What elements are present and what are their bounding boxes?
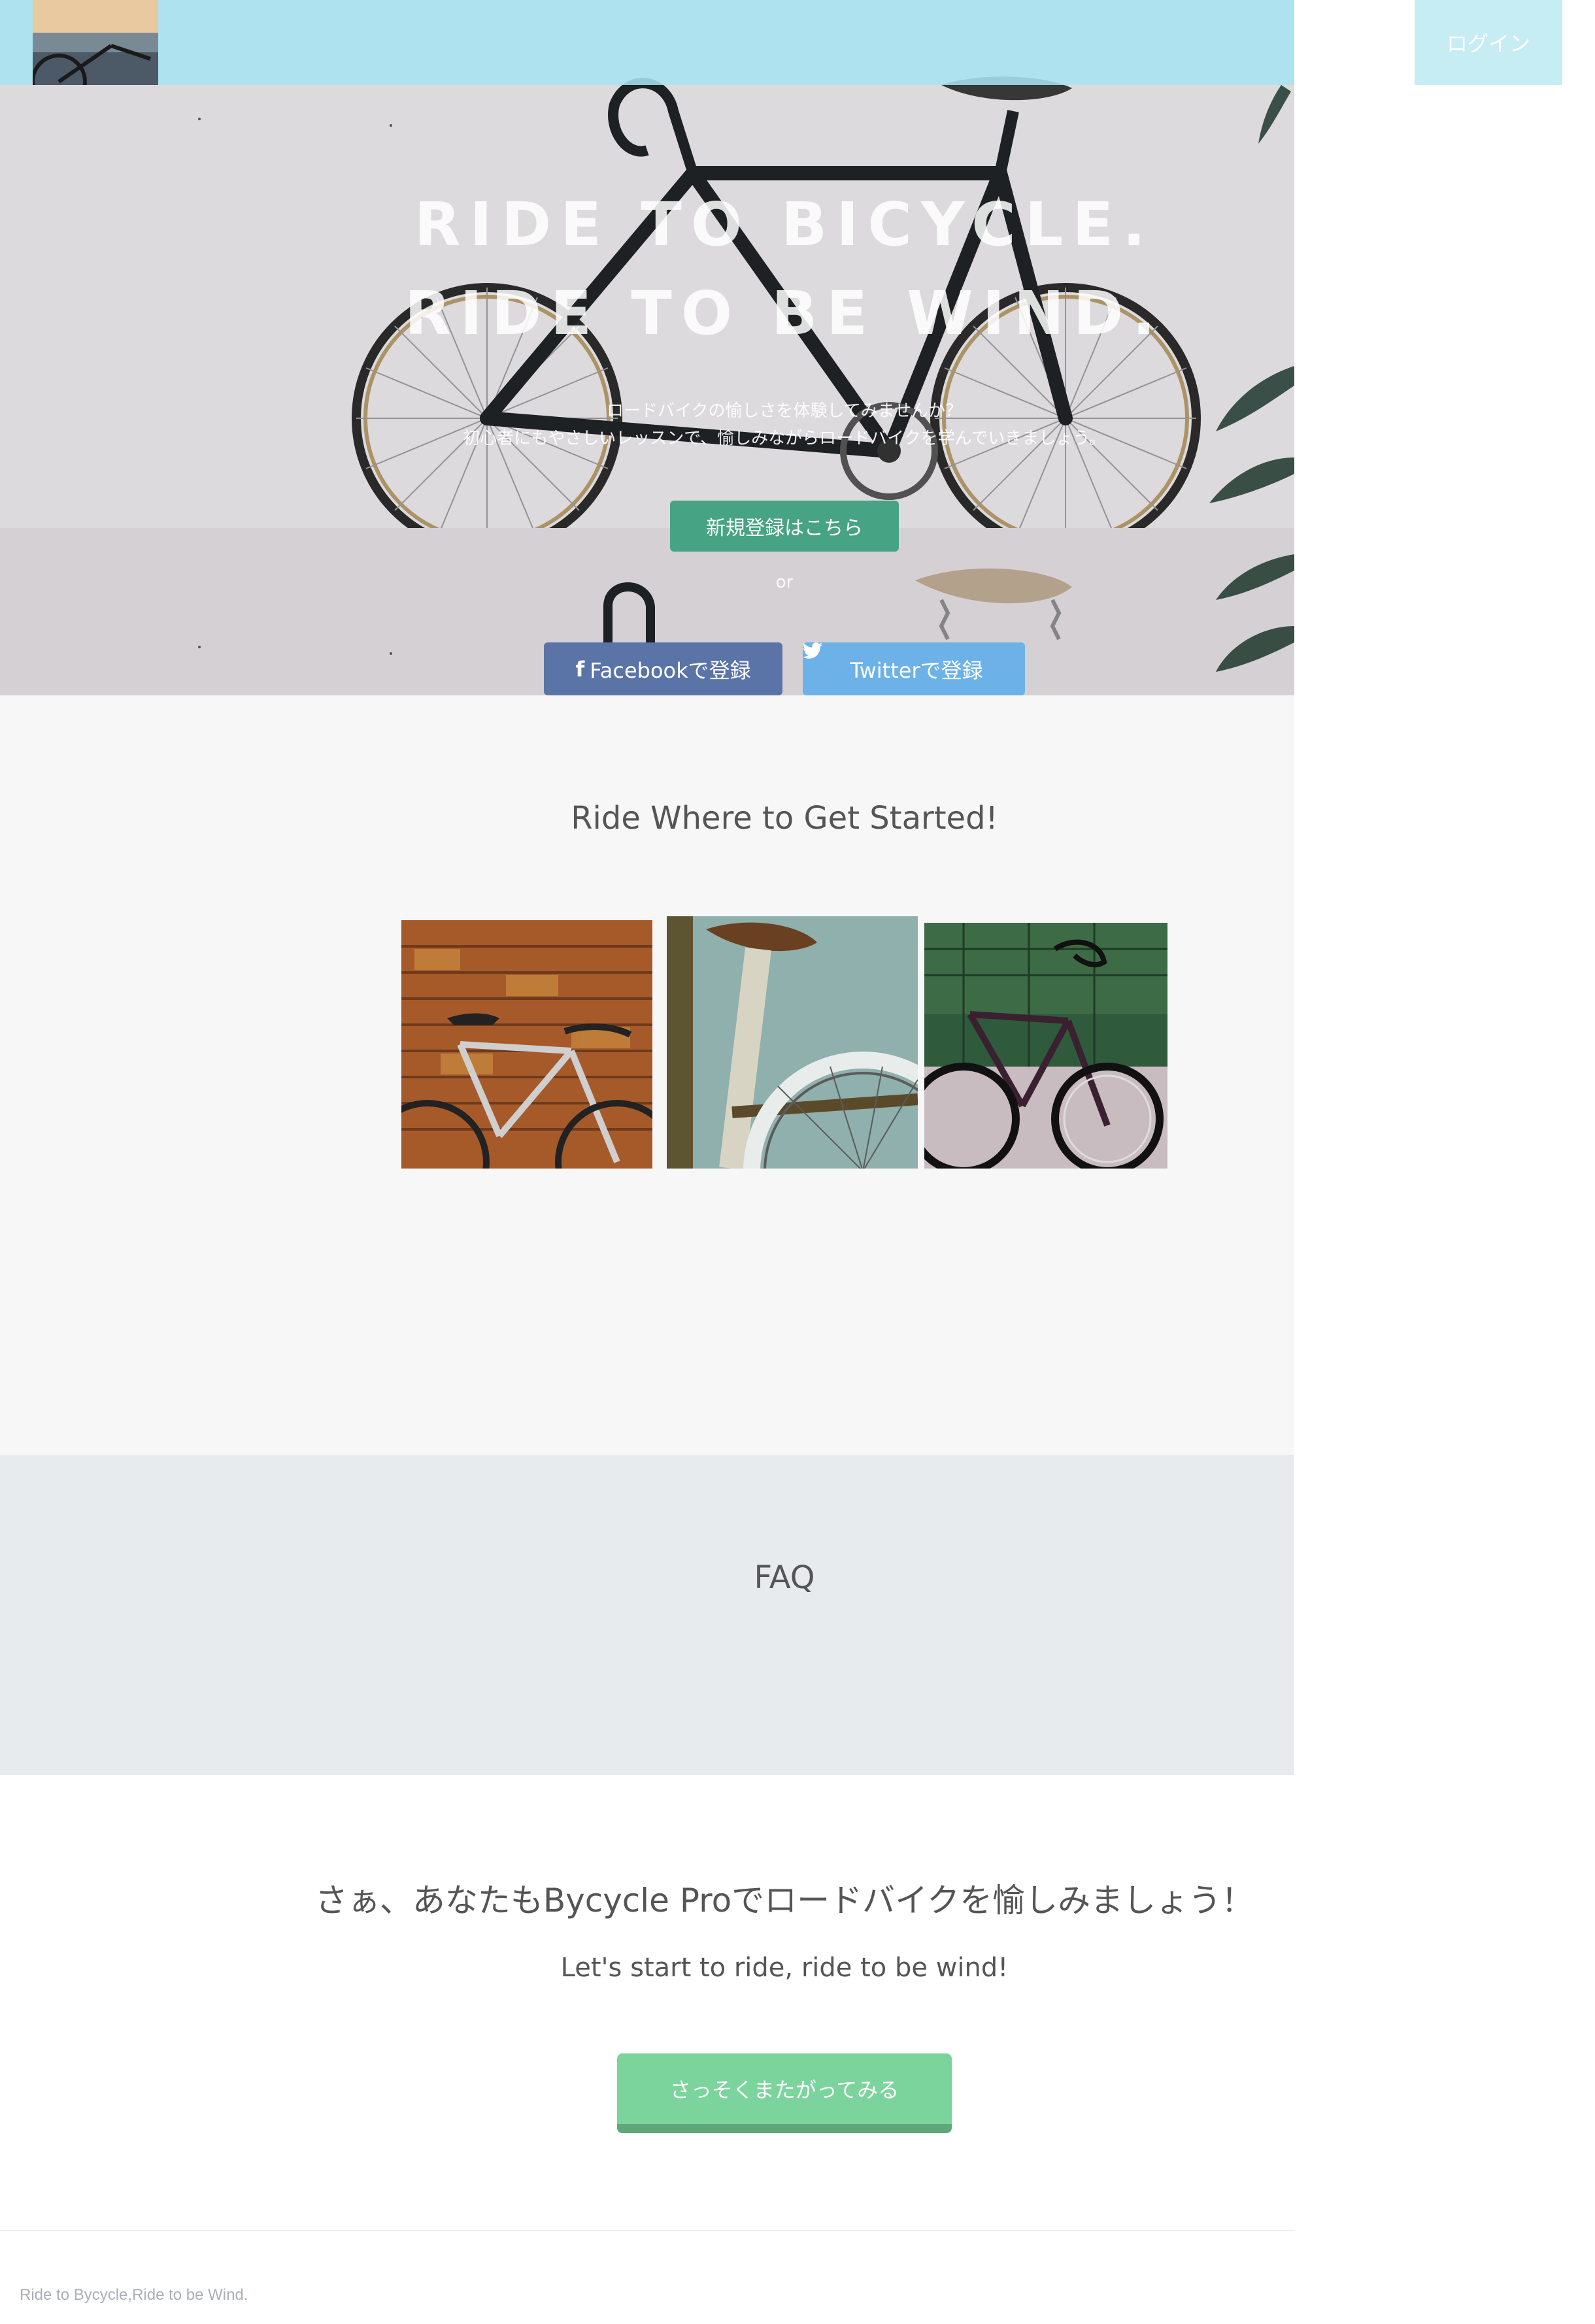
facebook-icon: f bbox=[575, 656, 585, 682]
start-riding-button[interactable]: さっそくまたがってみる bbox=[617, 2053, 952, 2133]
cta-title: さぁ、あなたもBycycle Proでロードバイクを愉しみましょう！ bbox=[314, 1882, 1254, 1919]
bike-photo-brick-wall bbox=[401, 920, 652, 1169]
signup-button[interactable]: 新規登録はこちら bbox=[670, 501, 899, 552]
hero-section: RIDE TO BICYCLE. RIDE TO BE WIND. ロードバイク… bbox=[0, 0, 1294, 695]
site-logo[interactable] bbox=[33, 0, 158, 85]
twitter-signup-label: Twitterで登録 bbox=[850, 657, 983, 683]
facebook-signup-button[interactable]: f Facebookで登録 bbox=[544, 642, 782, 695]
faq-section: FAQ bbox=[0, 1455, 1294, 1775]
login-button[interactable]: ログイン bbox=[1415, 0, 1562, 85]
footer-copyright: Ride to Bycycle,Ride to be Wind. bbox=[20, 2286, 248, 2304]
get-started-section: Ride Where to Get Started! bbox=[0, 695, 1294, 1455]
bike-photo-pavement bbox=[924, 923, 1167, 1169]
logo-bicycle-image bbox=[33, 0, 158, 85]
bike-photo-white-frame bbox=[667, 916, 918, 1169]
or-separator: or bbox=[775, 573, 794, 592]
footer-divider bbox=[0, 2230, 1294, 2231]
hero-headline-line-2: RIDE TO BE WIND. bbox=[404, 278, 1165, 348]
hero-description-line-1: ロードバイクの愉しさを体験してみませんか？ bbox=[607, 401, 962, 421]
cta-subtitle: Let's start to ride, ride to be wind! bbox=[560, 1953, 1009, 1983]
twitter-signup-button[interactable]: Twitterで登録 bbox=[803, 642, 1025, 695]
top-nav-bar: ログイン bbox=[0, 0, 1562, 85]
hero-description-line-2: 初心者にもやさしいレッスンで、愉しみながらロードバイクを学んでいきましょう。 bbox=[463, 429, 1106, 448]
get-started-title: Ride Where to Get Started! bbox=[571, 800, 998, 837]
hero-description: ロードバイクの愉しさを体験してみませんか？ 初心者にもやさしいレッスンで、愉しみ… bbox=[0, 397, 1294, 452]
hero-headline-line-1: RIDE TO BICYCLE. bbox=[414, 190, 1155, 259]
faq-title: FAQ bbox=[754, 1559, 815, 1596]
facebook-signup-label: Facebookで登録 bbox=[590, 657, 751, 683]
